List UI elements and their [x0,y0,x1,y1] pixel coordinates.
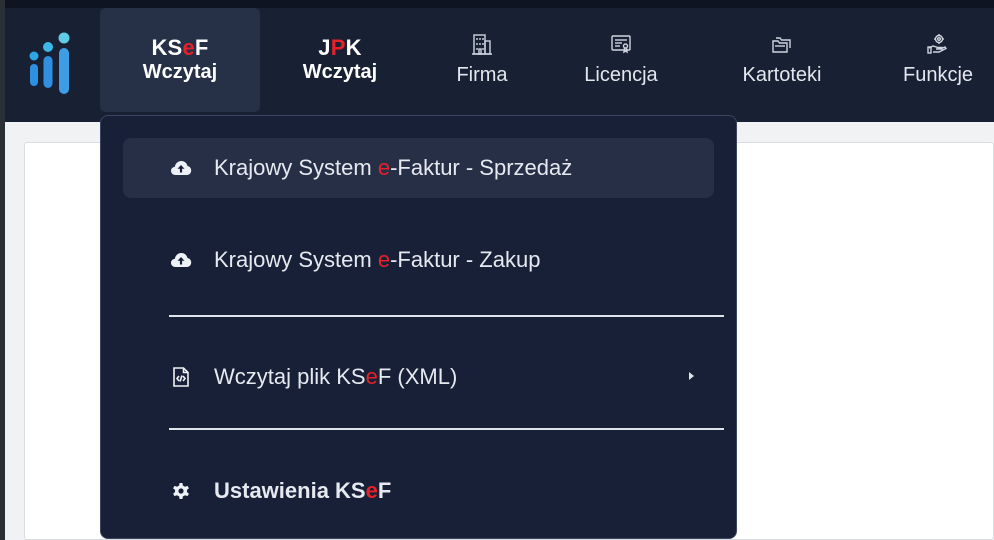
nav-funkcje[interactable]: Funkcje [882,8,994,112]
jpk-title-part-j: J [318,35,331,60]
label-part-e: e [365,364,378,389]
app-logo-icon[interactable] [26,30,76,102]
gear-icon [173,483,189,499]
ksef-title-part-a: KS [151,35,183,60]
menu-label-ksef-zakup: Krajowy System e-Faktur - Zakup [214,247,540,273]
nav-funkcje-label: Funkcje [902,64,974,86]
label-part-c: F [377,478,392,503]
nav-ksef-subtitle: Wczytaj [142,61,218,83]
nav-licencja-label: Licencja [584,64,658,86]
menu-item-ksef-zakup[interactable]: Krajowy System e-Faktur - Zakup [123,230,714,290]
nav-jpk-title: JPK [318,36,361,60]
cloud-upload-icon [171,253,192,267]
nav-kartoteki[interactable]: Kartoteki [720,8,844,112]
nav-jpk-wczytaj[interactable]: JPK Wczytaj [272,8,408,112]
ksef-title-part-f: F [194,35,209,60]
jpk-title-part-p: P [330,35,346,60]
menu-label-ustawienia-ksef: Ustawienia KSeF [214,478,391,504]
nav-kartoteki-label: Kartoteki [742,64,822,86]
left-window-edge [0,0,5,540]
menu-label-ksef-sprzedaz: Krajowy System e-Faktur - Sprzedaż [214,155,572,181]
nav-licencja[interactable]: Licencja [562,8,680,112]
label-part-e: e [365,478,378,503]
menu-item-ksef-sprzedaz[interactable]: Krajowy System e-Faktur - Sprzedaż [123,138,714,198]
menu-item-wczytaj-xml[interactable]: Wczytaj plik KSeF (XML) [123,347,714,407]
label-part-c: -Faktur - Sprzedaż [390,155,573,180]
label-part-c: F (XML) [377,364,458,389]
file-code-icon [173,367,189,387]
folders-icon [772,37,791,53]
label-part-a: Wczytaj plik KS [214,364,366,389]
certificate-icon [611,35,631,54]
label-part-e: e [377,247,391,272]
building-icon [472,34,492,55]
menu-divider [169,315,724,317]
label-part-a: Ustawienia KS [214,478,366,503]
ksef-dropdown-menu: Krajowy System e-Faktur - Sprzedaż Krajo… [100,115,737,539]
nav-firma-label: Firma [456,64,508,86]
top-navbar: KSeF Wczytaj JPK Wczytaj Firma Licencja … [0,8,994,122]
label-part-a: Krajowy System [214,247,378,272]
menu-divider [169,428,724,430]
menu-label-wczytaj-xml: Wczytaj plik KSeF (XML) [214,364,457,390]
nav-firma[interactable]: Firma [432,8,532,112]
nav-jpk-subtitle: Wczytaj [302,61,378,83]
menu-item-ustawienia-ksef[interactable]: Ustawienia KSeF [123,461,714,521]
ksef-title-part-e: e [182,35,195,60]
label-part-e: e [377,155,391,180]
cloud-upload-icon [171,161,192,175]
caret-right-icon [689,372,694,380]
nav-ksef-title: KSeF [151,36,208,60]
hand-gear-icon [927,34,948,54]
label-part-a: Krajowy System [214,155,378,180]
jpk-title-part-k: K [345,35,362,60]
nav-ksef-wczytaj[interactable]: KSeF Wczytaj [100,8,260,112]
label-part-c: -Faktur - Zakup [390,247,541,272]
window-top-strip [0,0,994,8]
